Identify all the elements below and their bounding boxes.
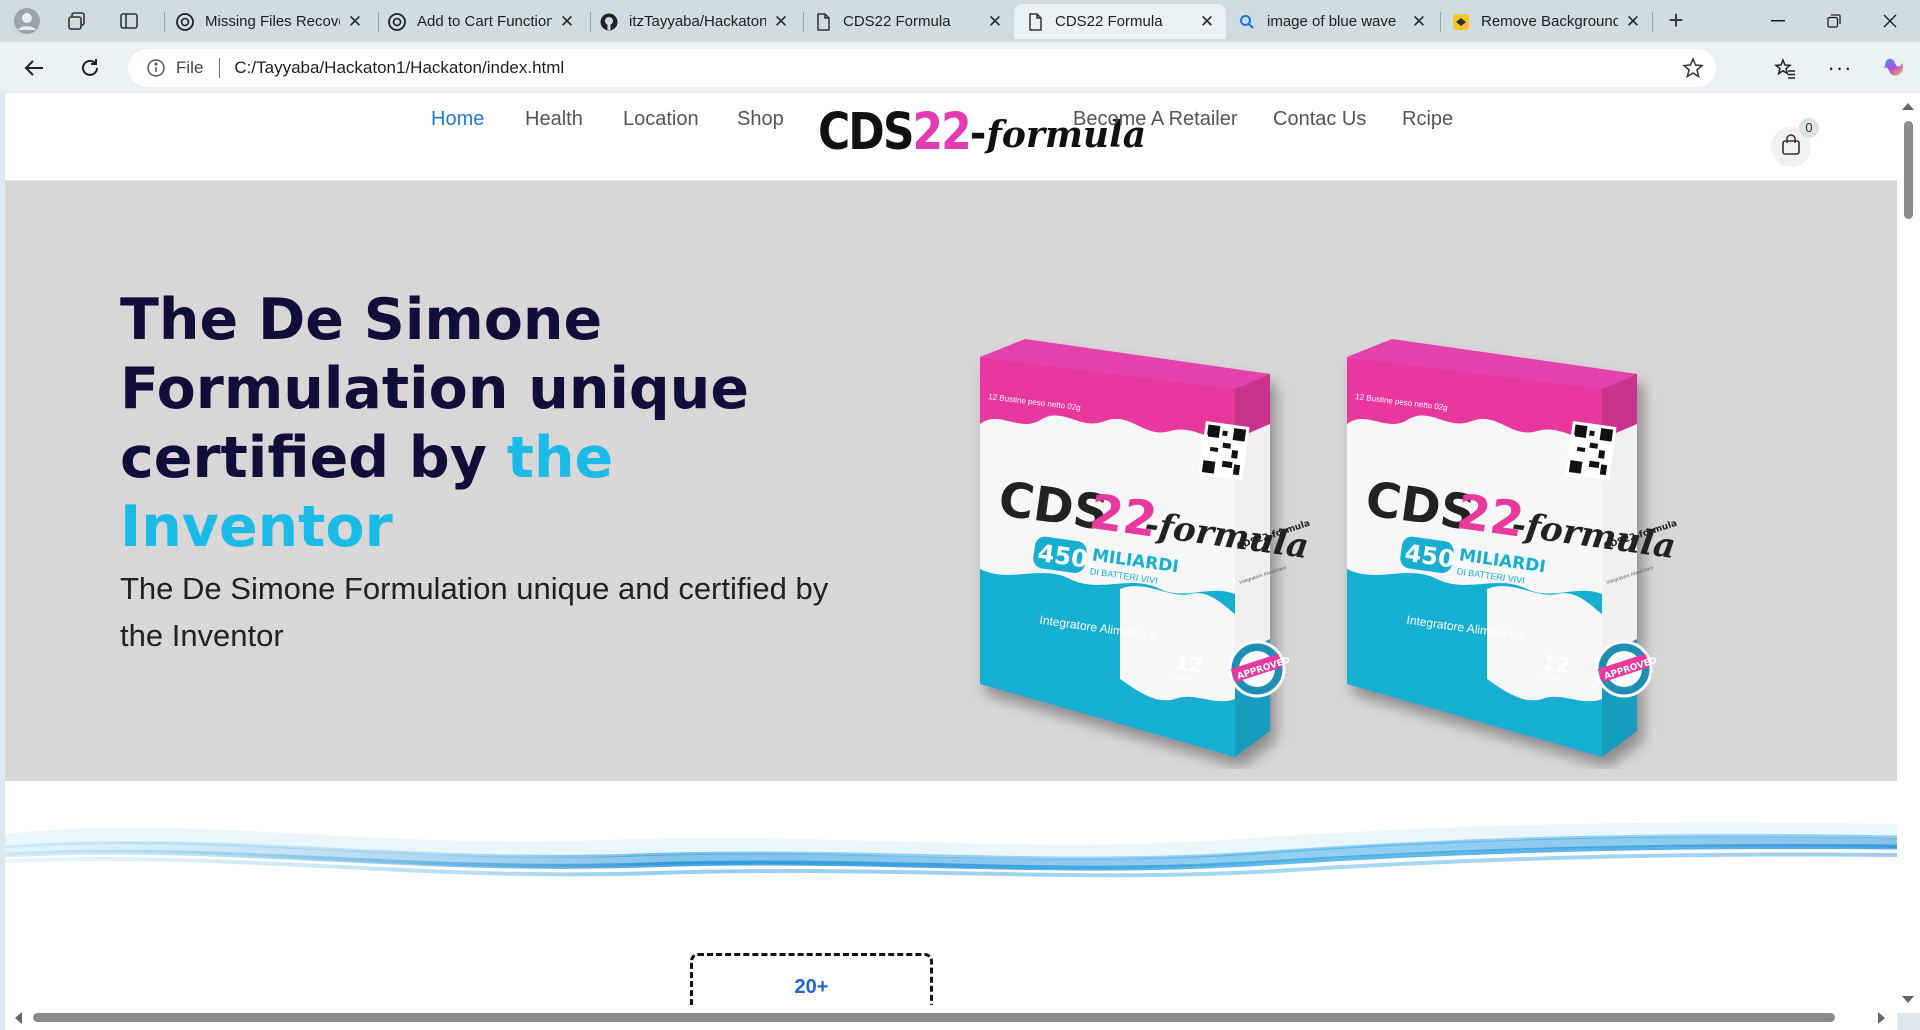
tab-4-active[interactable]: CDS22 Formula ✕ <box>1014 4 1226 39</box>
site-navbar: Home Health Location Shop CDS 22- formula … <box>5 93 1897 181</box>
tab-3[interactable]: CDS22 Formula ✕ <box>802 4 1014 39</box>
chatgpt-icon <box>176 12 194 31</box>
close-tab-icon[interactable]: ✕ <box>1198 12 1216 31</box>
close-tab-icon[interactable]: ✕ <box>1624 12 1642 31</box>
vertical-scroll-thumb[interactable] <box>1904 121 1913 219</box>
svg-text:✻: ✻ <box>1198 430 1215 454</box>
stat-card: 20+ <box>690 953 933 1013</box>
logo-text-dash: - <box>969 111 987 157</box>
svg-text:✻: ✻ <box>1565 430 1582 454</box>
restore-icon[interactable] <box>1806 0 1862 42</box>
scroll-left-arrow-icon[interactable] <box>15 1012 22 1024</box>
url-text[interactable]: C:/Tayyaba/Hackaton1/Hackaton/index.html <box>234 58 564 78</box>
tab-title: Remove Background <box>1481 13 1618 30</box>
nav-recipe[interactable]: Rcipe <box>1402 108 1453 131</box>
hero-title: The De Simone Formulation unique certifi… <box>120 287 749 560</box>
minimize-icon[interactable] <box>1750 0 1806 42</box>
workspaces-icon[interactable] <box>60 4 94 38</box>
tab-title: CDS22 Formula <box>1055 13 1163 30</box>
close-tab-icon[interactable]: ✕ <box>1410 12 1428 31</box>
nav-shop[interactable]: Shop <box>737 108 784 131</box>
tab-title: Missing Files Recove <box>205 13 340 30</box>
tab-5[interactable]: image of blue wave ✕ <box>1226 4 1438 39</box>
address-bar[interactable]: File C:/Tayyaba/Hackaton1/Hackaton/index… <box>128 49 1716 87</box>
scheme-label: File <box>176 58 204 77</box>
close-tab-icon[interactable]: ✕ <box>986 12 1004 31</box>
tab-title: itzTayyaba/Hackaton <box>629 13 766 30</box>
tab-2[interactable]: itzTayyaba/Hackaton ✕ <box>588 4 800 39</box>
svg-text:12: 12 <box>1173 650 1204 678</box>
new-tab-button[interactable]: + <box>1660 6 1692 36</box>
back-arrow-icon[interactable] <box>18 52 50 84</box>
tab-6[interactable]: Remove Background ✕ <box>1440 4 1652 39</box>
tab-1[interactable]: Add to Cart Function ✕ <box>376 4 586 39</box>
close-window-icon[interactable] <box>1862 0 1918 42</box>
tab-0[interactable]: Missing Files Recove ✕ <box>164 4 374 39</box>
close-tab-icon[interactable]: ✕ <box>346 12 364 31</box>
favorites-icon[interactable] <box>1769 52 1801 84</box>
profile-avatar-icon[interactable] <box>10 4 44 38</box>
nav-health[interactable]: Health <box>525 108 583 131</box>
shopping-bag-icon <box>1781 133 1801 161</box>
close-tab-icon[interactable]: ✕ <box>772 12 790 31</box>
close-tab-icon[interactable]: ✕ <box>558 12 576 31</box>
horizontal-scroll-thumb[interactable] <box>33 1013 1835 1022</box>
chatgpt-icon <box>388 12 406 31</box>
page-viewport: Home Health Location Shop CDS 22- formula … <box>5 93 1897 1013</box>
nav-home[interactable]: Home <box>431 108 484 131</box>
browser-toolbar: File C:/Tayyaba/Hackaton1/Hackaton/index… <box>0 42 1920 92</box>
blue-wave-image <box>5 781 1897 1013</box>
more-menu-icon[interactable]: ··· <box>1824 52 1856 84</box>
refresh-icon[interactable] <box>74 52 106 84</box>
copilot-icon[interactable] <box>1878 52 1910 84</box>
github-icon <box>600 13 618 31</box>
nav-become-retailer[interactable]: Become A Retailer <box>1073 108 1238 131</box>
approved-seal-icon: APPROVED <box>1595 640 1659 698</box>
info-icon[interactable] <box>146 58 166 78</box>
scroll-right-arrow-icon[interactable] <box>1878 1012 1885 1024</box>
favorite-star-icon[interactable] <box>1682 57 1704 79</box>
search-icon <box>1238 13 1256 31</box>
tab-title: CDS22 Formula <box>843 13 951 30</box>
logo-text-cds: CDS <box>818 103 915 162</box>
product-box-image: 12 Bustine peso netto 02g CDS 22 -formul… <box>1337 339 1679 769</box>
file-icon <box>1026 12 1044 31</box>
vertical-scrollbar[interactable] <box>1897 93 1920 1013</box>
scroll-down-arrow-icon[interactable] <box>1902 996 1914 1003</box>
tab-title: image of blue wave <box>1267 13 1397 30</box>
tab-title: Add to Cart Function <box>417 13 552 30</box>
nav-contact[interactable]: Contac Us <box>1273 108 1366 131</box>
tab-actions-icon[interactable] <box>112 4 146 38</box>
hero-subtitle: The De Simone Formulation unique and cer… <box>120 571 829 653</box>
product-box-image: 12 Bustine peso netto 02g CDS 22 -formul… <box>970 339 1312 769</box>
remove-bg-icon <box>1452 13 1470 31</box>
logo-text-22: 22 <box>912 103 972 162</box>
scroll-up-arrow-icon[interactable] <box>1902 103 1914 110</box>
nav-location[interactable]: Location <box>623 108 699 131</box>
approved-seal-icon: APPROVED <box>1228 640 1292 698</box>
file-icon <box>814 12 832 31</box>
horizontal-scrollbar[interactable] <box>5 1005 1897 1030</box>
svg-text:12: 12 <box>1540 650 1571 678</box>
cart-count-badge: 0 <box>1799 118 1819 138</box>
hero-section: The De Simone Formulation unique certifi… <box>5 181 1897 781</box>
tab-strip: Missing Files Recove ✕ Add to Cart Funct… <box>0 0 1920 42</box>
stat-value: 20+ <box>794 976 829 998</box>
